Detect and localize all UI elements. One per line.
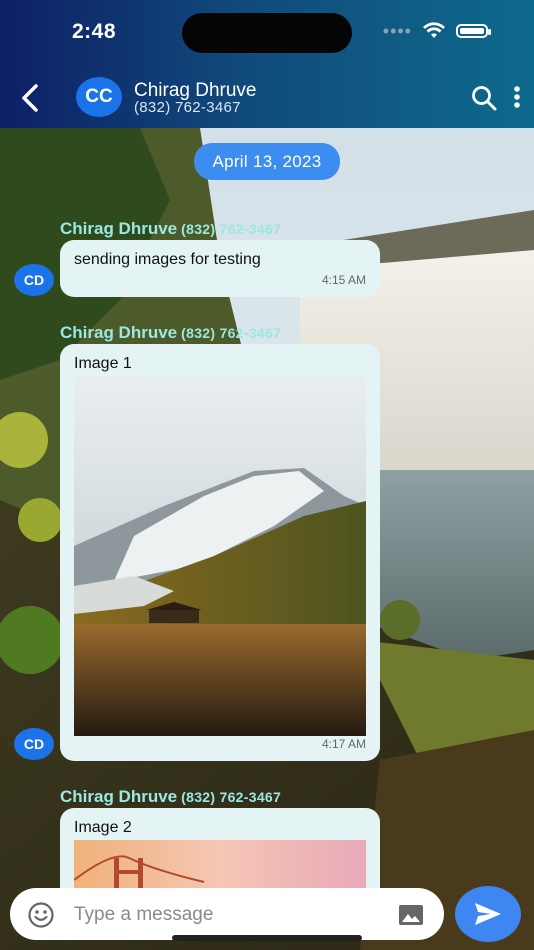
search-button[interactable] (470, 84, 498, 112)
sender-name: Chirag Dhruve (60, 323, 178, 342)
message-time: 4:15 AM (321, 273, 366, 287)
sender-name: Chirag Dhruve (60, 787, 178, 806)
message-bubble[interactable]: sending images for testing 4:15 AM (60, 240, 380, 297)
status-icons: •••• (382, 21, 491, 41)
message-input[interactable] (72, 900, 376, 930)
send-icon (475, 903, 501, 925)
image-title: Image 1 (74, 355, 132, 372)
sender-phone: (832) 762-3467 (181, 221, 282, 237)
contact-avatar[interactable]: CC (76, 77, 122, 117)
image-title: Image 2 (74, 819, 132, 836)
attach-image-button[interactable] (397, 902, 425, 928)
image-message-bubble[interactable]: Image 1 4:17 AM (60, 344, 380, 761)
message-sender: Chirag Dhruve (832) 762-3467 (60, 219, 281, 239)
cellular-signal-icon: •••• (382, 21, 412, 41)
contact-phone: (832) 762-3467 (134, 99, 241, 116)
sender-phone: (832) 762-3467 (181, 789, 282, 805)
mountain-photo[interactable] (74, 376, 366, 736)
sender-phone: (832) 762-3467 (181, 325, 282, 341)
message-text: sending images for testing (74, 251, 261, 268)
sender-name: Chirag Dhruve (60, 219, 178, 238)
chat-header: 2:48 •••• CC Chirag Dhruve (832) 762-346… (0, 0, 534, 128)
sender-avatar[interactable]: CD (14, 728, 54, 760)
status-time: 2:48 (72, 20, 117, 43)
wifi-icon (423, 22, 445, 38)
send-button[interactable] (455, 886, 521, 942)
battery-icon (456, 24, 491, 38)
emoji-button[interactable] (27, 901, 55, 929)
message-composer (10, 888, 444, 940)
sender-avatar[interactable]: CD (14, 264, 54, 296)
dynamic-island (182, 13, 352, 53)
back-button[interactable] (14, 80, 50, 116)
home-indicator (172, 935, 362, 941)
message-sender: Chirag Dhruve (832) 762-3467 (60, 787, 281, 807)
date-divider: April 13, 2023 (194, 143, 340, 180)
message-time: 4:17 AM (321, 737, 366, 751)
message-sender: Chirag Dhruve (832) 762-3467 (60, 323, 281, 343)
more-options-button[interactable] (510, 84, 524, 112)
